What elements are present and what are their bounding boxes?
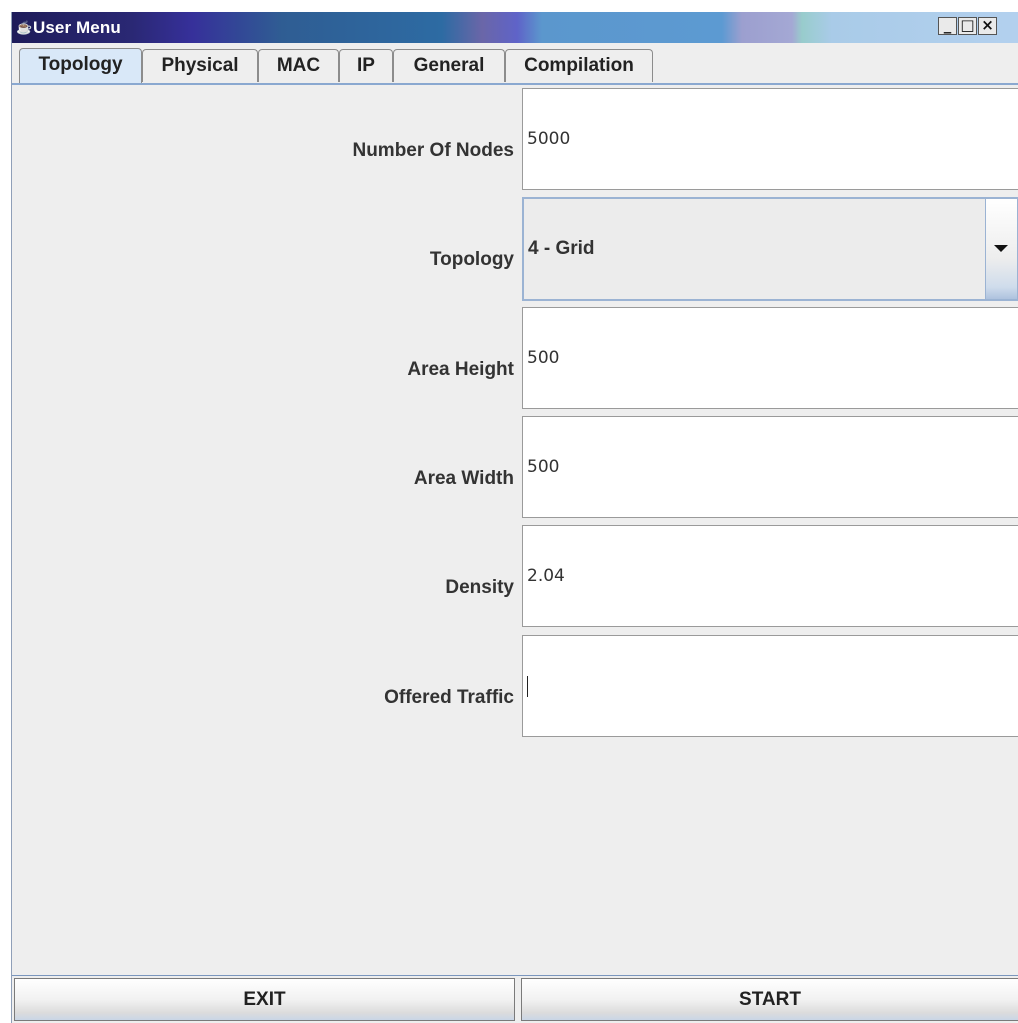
topology-selected-value: 4 - Grid: [528, 238, 595, 259]
tab-general[interactable]: General: [393, 49, 505, 82]
tab-physical[interactable]: Physical: [142, 49, 258, 82]
offered-traffic-label: Offered Traffic: [384, 687, 514, 708]
tab-label: Compilation: [524, 55, 634, 76]
area-height-value: 500: [527, 348, 560, 368]
window-title: User Menu: [33, 18, 121, 37]
tab-label: Topology: [38, 54, 123, 75]
chevron-down-icon[interactable]: [985, 199, 1017, 299]
close-button[interactable]: ×: [978, 17, 997, 35]
topology-panel: Number Of Nodes 5000 Topology 4 - Grid A…: [12, 85, 1018, 976]
tab-label: MAC: [276, 55, 321, 76]
minimize-icon: _: [943, 16, 952, 34]
area-width-input[interactable]: 500: [522, 416, 1018, 518]
number-of-nodes-label: Number Of Nodes: [352, 140, 514, 161]
area-width-value: 500: [527, 457, 560, 477]
number-of-nodes-input[interactable]: 5000: [522, 88, 1018, 190]
exit-button-label: EXIT: [243, 989, 286, 1010]
area-height-label: Area Height: [407, 359, 514, 380]
density-label: Density: [445, 577, 514, 598]
close-icon: ×: [981, 16, 994, 34]
topology-select[interactable]: 4 - Grid: [522, 197, 1018, 301]
exit-button[interactable]: EXIT: [14, 978, 515, 1021]
java-cup-icon: ☕: [16, 20, 33, 35]
tab-label: General: [413, 55, 485, 76]
maximize-icon: □: [960, 16, 975, 34]
tab-compilation[interactable]: Compilation: [505, 49, 653, 82]
tab-mac[interactable]: MAC: [258, 49, 339, 82]
density-value: 2.04: [527, 566, 565, 586]
topology-label: Topology: [429, 249, 514, 270]
tab-label: Physical: [161, 55, 239, 76]
offered-traffic-input[interactable]: [522, 635, 1018, 737]
minimize-button[interactable]: _: [938, 17, 957, 35]
tab-ip[interactable]: IP: [339, 49, 393, 82]
tab-label: IP: [357, 55, 375, 76]
maximize-button[interactable]: □: [958, 17, 977, 35]
density-input[interactable]: 2.04: [522, 525, 1018, 627]
start-button[interactable]: START: [521, 978, 1018, 1021]
area-height-input[interactable]: 500: [522, 307, 1018, 409]
title-bar[interactable]: ☕ User Menu _ □ ×: [12, 12, 1018, 43]
text-cursor: [527, 676, 528, 697]
area-width-label: Area Width: [413, 468, 514, 489]
user-menu-window: ☕ User Menu _ □ × Topology Physical MAC …: [11, 12, 1018, 1023]
start-button-label: START: [739, 989, 801, 1010]
number-of-nodes-value: 5000: [527, 129, 571, 149]
tab-bar: Topology Physical MAC IP General Compila…: [12, 48, 1018, 85]
tab-topology[interactable]: Topology: [19, 48, 142, 83]
